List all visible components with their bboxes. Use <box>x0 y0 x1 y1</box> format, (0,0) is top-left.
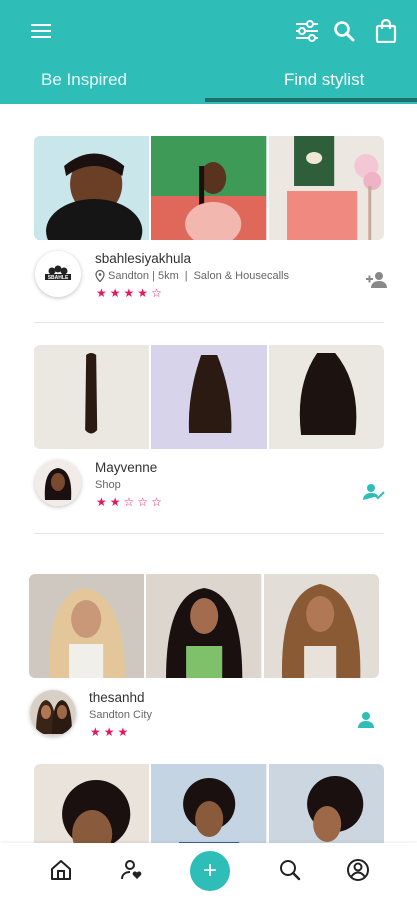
gallery-photo[interactable] <box>151 345 267 449</box>
star-filled-icon: ★ <box>123 286 135 300</box>
search-icon[interactable] <box>277 857 303 883</box>
stylist-gallery[interactable] <box>29 574 379 678</box>
avatar[interactable]: SBAHLE <box>35 251 81 297</box>
stylist-service: Salon & Housecalls <box>193 270 289 282</box>
star-empty-icon: ☆ <box>151 286 162 300</box>
shopping-bag-icon[interactable] <box>373 18 399 44</box>
stylist-gallery[interactable] <box>34 136 384 240</box>
gallery-photo[interactable] <box>34 136 150 240</box>
stylist-name[interactable]: thesanhd <box>89 690 145 705</box>
gallery-photo[interactable] <box>268 345 384 449</box>
home-icon[interactable] <box>48 857 74 883</box>
tab-find-stylist[interactable]: Find stylist <box>284 70 364 90</box>
star-filled-icon: ★ <box>90 725 101 739</box>
star-empty-icon: ☆ <box>137 495 149 509</box>
location-pin-icon <box>95 270 105 282</box>
star-empty-icon: ☆ <box>151 495 162 509</box>
avatar[interactable] <box>30 690 76 736</box>
star-filled-icon: ★ <box>96 286 107 300</box>
app-root: Be Inspired Find stylist SBAHLE sbahlesi… <box>0 0 417 900</box>
person-icon[interactable] <box>354 708 378 732</box>
stylist-subtitle: Sandton City <box>89 709 152 721</box>
gallery-photo[interactable] <box>268 136 384 240</box>
gallery-photo[interactable] <box>151 136 267 240</box>
star-filled-icon: ★ <box>117 725 129 739</box>
filter-sliders-icon[interactable] <box>294 18 320 44</box>
star-empty-icon: ☆ <box>123 495 135 509</box>
active-tab-indicator <box>205 98 417 102</box>
rating-stars: ★ ★ ★ ★ ☆ <box>96 287 162 299</box>
stylist-meta: Sandton | 5km | Salon & Housecalls <box>95 270 289 282</box>
gallery-photo[interactable] <box>263 574 379 678</box>
card-divider <box>34 533 384 534</box>
rating-stars: ★ ★ ☆ ☆ ☆ <box>96 496 162 508</box>
account-icon[interactable] <box>345 857 371 883</box>
top-app-bar: Be Inspired Find stylist <box>0 0 417 104</box>
gallery-photo[interactable] <box>146 574 262 678</box>
tab-be-inspired[interactable]: Be Inspired <box>41 70 127 90</box>
add-glyph: + <box>202 857 217 884</box>
star-filled-icon: ★ <box>96 495 107 509</box>
stylist-name[interactable]: sbahlesiyakhula <box>95 251 191 266</box>
star-filled-icon: ★ <box>109 286 121 300</box>
person-heart-icon[interactable] <box>119 857 145 883</box>
following-check-icon[interactable] <box>362 480 386 504</box>
rating-stars: ★ ★ ★ <box>90 726 128 738</box>
star-filled-icon: ★ <box>137 286 149 300</box>
star-filled-icon: ★ <box>103 725 115 739</box>
stylist-subtitle: Shop <box>95 479 121 491</box>
avatar-logo-text: SBAHLE <box>48 275 69 281</box>
stylist-name[interactable]: Mayvenne <box>95 460 157 475</box>
avatar[interactable] <box>35 460 81 506</box>
bottom-navigation-bar: + <box>0 843 417 900</box>
stylist-gallery[interactable] <box>34 345 384 449</box>
star-filled-icon: ★ <box>109 495 121 509</box>
card-divider <box>34 322 384 323</box>
add-person-icon[interactable] <box>365 268 389 292</box>
meta-separator: | <box>184 270 188 282</box>
search-icon[interactable] <box>331 18 357 44</box>
stylist-location: Sandton | 5km <box>108 270 179 282</box>
gallery-photo[interactable] <box>29 574 145 678</box>
gallery-photo[interactable] <box>34 345 150 449</box>
add-icon[interactable]: + <box>190 851 230 891</box>
menu-icon[interactable] <box>28 18 54 44</box>
